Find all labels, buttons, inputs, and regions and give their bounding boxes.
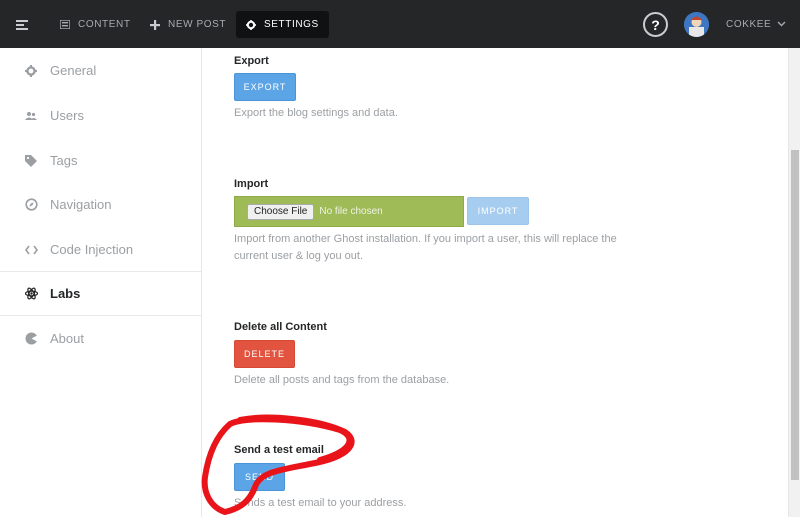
export-title: Export	[234, 55, 269, 67]
atom-icon	[24, 287, 38, 301]
no-file-label: No file chosen	[319, 206, 383, 217]
delete-description: Delete all posts and tags from the datab…	[234, 374, 450, 386]
user-menu[interactable]: COKKEE	[726, 11, 786, 38]
sidebar-item-general[interactable]: General	[0, 48, 202, 93]
sidebar-item-label: Code Injection	[50, 242, 134, 257]
scrollbar-thumb[interactable]	[791, 150, 799, 480]
sidebar-item-label: Tags	[50, 153, 78, 168]
nav-content-label: CONTENT	[78, 19, 131, 30]
sidebar-item-label: General	[50, 63, 97, 78]
import-file-input[interactable]: Choose File No file chosen	[234, 196, 464, 227]
page-scrollbar[interactable]	[788, 48, 800, 517]
gear-icon	[24, 64, 38, 78]
sidebar-item-navigation[interactable]: Navigation	[0, 182, 202, 227]
sidebar-item-users[interactable]: Users	[0, 93, 202, 138]
annotation-scribble	[201, 414, 355, 515]
plus-icon	[150, 19, 160, 30]
sidebar-item-code-injection[interactable]: Code Injection	[0, 227, 202, 272]
sidebar-item-labs[interactable]: Labs	[0, 271, 202, 316]
ghost-icon	[24, 332, 38, 346]
nav-content[interactable]: CONTENT	[60, 11, 131, 38]
sidebar-item-about[interactable]: About	[0, 316, 202, 361]
delete-button[interactable]: DELETE	[234, 340, 295, 368]
help-button[interactable]: ?	[643, 12, 668, 37]
nav-settings[interactable]: SETTINGS	[236, 11, 329, 38]
user-name: COKKEE	[726, 19, 772, 30]
settings-sidebar: General Users Tags Navigation Code Injec…	[0, 48, 202, 517]
top-bar: CONTENT NEW POST SETTINGS ? COKKEE	[0, 0, 800, 48]
users-icon	[24, 109, 38, 123]
code-icon	[24, 243, 38, 257]
import-title: Import	[234, 178, 269, 190]
menu-button[interactable]	[16, 11, 36, 38]
import-description: Import from another Ghost installation. …	[234, 233, 617, 262]
export-button[interactable]: EXPORT	[234, 73, 296, 101]
menu-icon	[16, 19, 28, 31]
sidebar-item-label: Users	[50, 108, 84, 123]
sidebar-item-tags[interactable]: Tags	[0, 138, 202, 183]
sidebar-item-label: Labs	[50, 286, 81, 301]
sidebar-item-label: About	[50, 331, 84, 346]
import-button[interactable]: IMPORT	[467, 197, 529, 225]
choose-file-button[interactable]: Choose File	[247, 203, 315, 220]
question-icon: ?	[651, 16, 660, 33]
content-icon	[60, 20, 70, 29]
export-description: Export the blog settings and data.	[234, 107, 398, 119]
tag-icon	[24, 154, 38, 168]
gear-icon	[246, 19, 256, 30]
avatar[interactable]	[684, 12, 709, 37]
nav-settings-label: SETTINGS	[264, 19, 319, 30]
compass-icon	[24, 198, 38, 212]
chevron-down-icon	[777, 19, 786, 30]
sidebar-item-label: Navigation	[50, 197, 112, 212]
nav-new-post-label: NEW POST	[168, 19, 227, 30]
nav-new-post[interactable]: NEW POST	[150, 11, 226, 38]
delete-title: Delete all Content	[234, 321, 327, 333]
